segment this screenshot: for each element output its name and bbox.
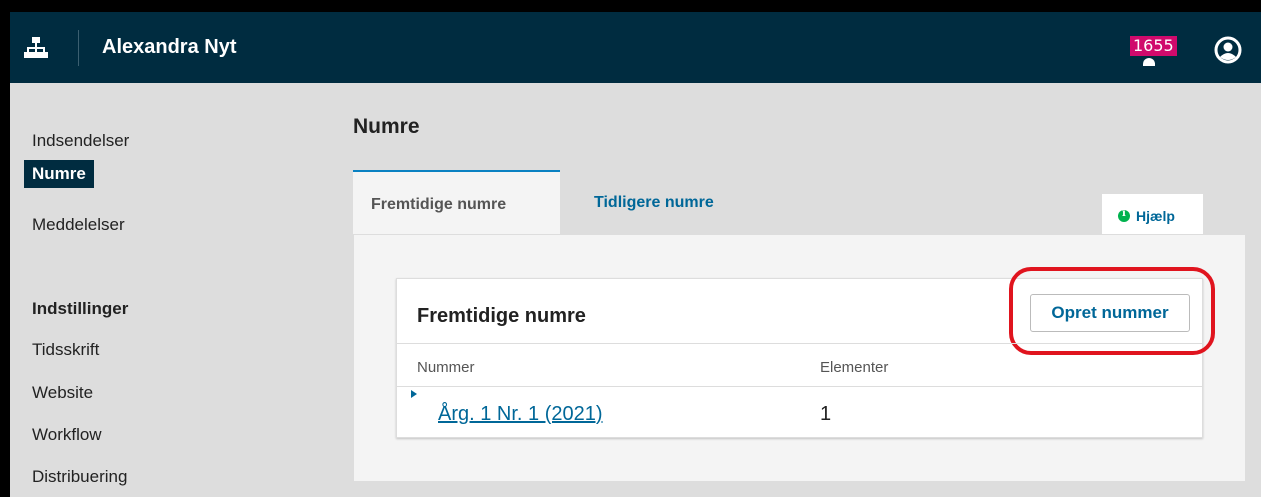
sidebar-item-tidsskrift[interactable]: Tidsskrift xyxy=(24,336,107,364)
highlight-circle xyxy=(1009,267,1215,355)
divider xyxy=(397,386,1202,387)
sitemap-icon[interactable] xyxy=(22,34,50,62)
page-title: Numre xyxy=(353,115,420,138)
column-header-items: Elementer xyxy=(820,359,889,376)
topbar-divider xyxy=(78,30,79,66)
sidebar-heading-settings: Indstillinger xyxy=(32,299,129,318)
notifications-button[interactable]: 1655 xyxy=(1130,36,1177,72)
row-expander-icon[interactable] xyxy=(411,390,417,398)
divider xyxy=(397,343,1202,344)
issue-item-count: 1 xyxy=(820,403,832,425)
sidebar-item-numre[interactable]: Numre xyxy=(24,160,94,188)
help-button[interactable]: Hjælp xyxy=(1102,194,1203,236)
bell-icon xyxy=(1143,58,1155,66)
column-header-number: Nummer xyxy=(417,359,475,376)
site-title[interactable]: Alexandra Nyt xyxy=(102,36,237,59)
notification-count-badge: 1655 xyxy=(1130,36,1177,56)
info-icon xyxy=(1118,208,1130,222)
sidebar-item-indsendelser[interactable]: Indsendelser xyxy=(24,127,137,155)
sidebar-item-workflow[interactable]: Workflow xyxy=(24,421,110,449)
user-icon[interactable] xyxy=(1214,36,1242,64)
top-bar: Alexandra Nyt 1655 xyxy=(10,12,1261,83)
grid-title: Fremtidige numre xyxy=(417,305,586,327)
future-issues-grid: Fremtidige numre Opret nummer Nummer Ele… xyxy=(396,267,1215,438)
sidebar-item-meddelelser[interactable]: Meddelelser xyxy=(24,211,133,239)
sidebar-item-website[interactable]: Website xyxy=(24,379,101,407)
app-frame: Alexandra Nyt 1655 Indsendelser Numre Me… xyxy=(10,12,1261,497)
sidebar: Indsendelser Numre Meddelelser Indstilli… xyxy=(10,83,345,497)
issue-link[interactable]: Årg. 1 Nr. 1 (2021) xyxy=(438,403,603,426)
help-label: Hjælp xyxy=(1136,208,1175,224)
sidebar-item-distribuering[interactable]: Distribuering xyxy=(24,463,135,491)
tab-future-issues[interactable]: Fremtidige numre xyxy=(353,170,560,234)
tab-back-issues[interactable]: Tidligere numre xyxy=(576,170,732,234)
